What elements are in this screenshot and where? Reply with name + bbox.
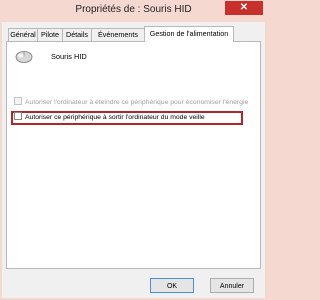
allow-wake-option[interactable]: Autoriser ce périphérique à sortir l'ord… [14,112,205,123]
tab-driver[interactable]: Pilote [37,28,63,41]
tab-power-management[interactable]: Gestion de l'alimentation [144,26,234,42]
allow-wake-label[interactable]: Autoriser ce périphérique à sortir l'ord… [25,114,205,121]
tab-details[interactable]: Détails [62,28,92,41]
allow-power-off-option: Autoriser l'ordinateur à éteindre ce pér… [14,97,249,108]
tab-strip: Général Pilote Détails Événements Gestio… [6,26,261,42]
cancel-button[interactable]: Annuler [210,278,254,293]
ok-button[interactable]: OK [150,278,194,293]
allow-wake-checkbox[interactable] [14,112,22,121]
mouse-icon [15,51,33,63]
allow-power-off-checkbox [14,97,22,106]
dialog-client: Général Pilote Détails Événements Gestio… [2,22,265,298]
power-management-panel: Souris HID Autoriser l'ordinateur à étei… [6,41,261,269]
allow-power-off-label: Autoriser l'ordinateur à éteindre ce pér… [25,99,249,106]
device-name: Souris HID [51,52,87,61]
tab-events[interactable]: Événements [91,28,145,41]
title-bar: Propriétés de : Souris HID ✕ [0,0,267,22]
tab-general[interactable]: Général [8,28,38,41]
close-button[interactable]: ✕ [225,1,263,15]
